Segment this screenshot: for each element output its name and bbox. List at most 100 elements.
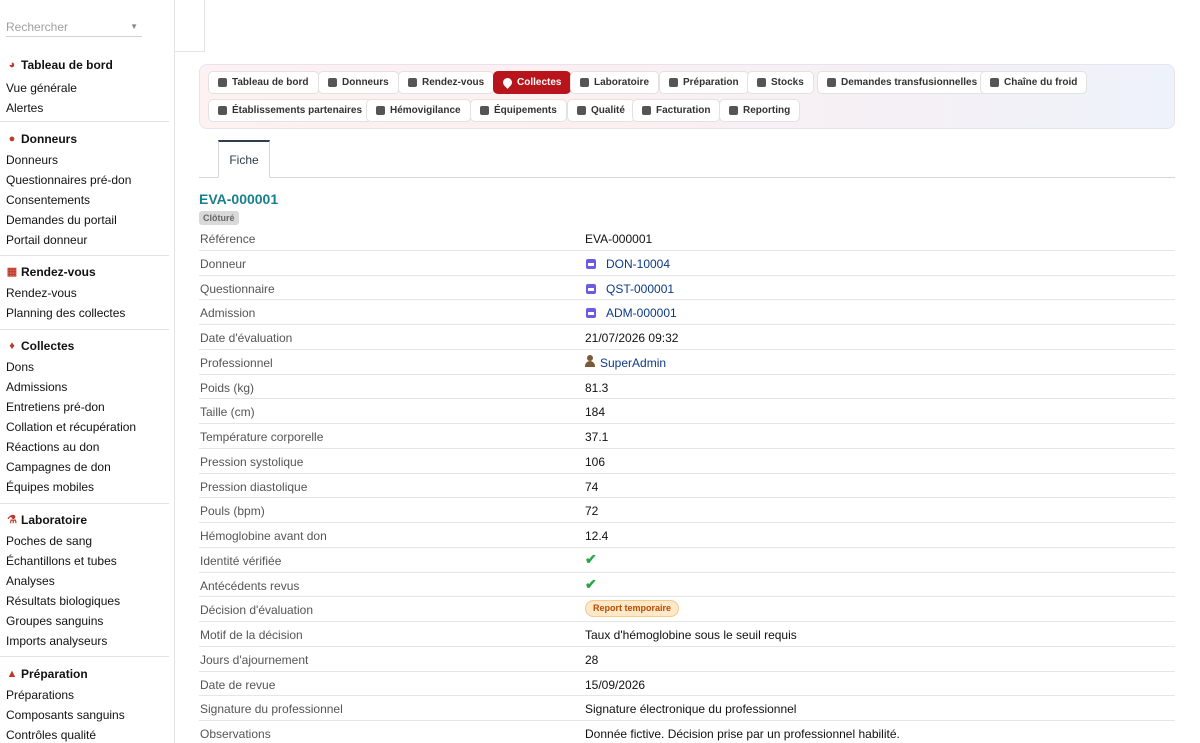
blood-drop-icon: ♦ (9, 340, 15, 352)
field-row-signature: Signature du professionnel Signature élec… (199, 696, 1175, 721)
menu-head-donneurs[interactable]: ● Donneurs (0, 130, 170, 148)
decision-badge: Report temporaire (585, 600, 680, 618)
menu-head-preparation[interactable]: ▲ Préparation (0, 665, 170, 683)
sidebar-item-dons[interactable]: Dons (0, 357, 170, 377)
sidebar-item-analyses[interactable]: Analyses (0, 571, 170, 591)
module-tab-stocks[interactable]: Stocks (747, 71, 814, 94)
shield-icon (376, 106, 385, 115)
sidebar: Rechercher ▼ ◕ Tableau de bord Vue généra… (0, 0, 175, 743)
sidebar-item-composants[interactable]: Composants sanguins (0, 705, 170, 725)
module-tab-laboratoire[interactable]: Laboratoire (570, 71, 660, 94)
sidebar-item-campagnes[interactable]: Campagnes de don (0, 457, 170, 477)
field-row-motif: Motif de la décision Taux d'hémoglobine s… (199, 622, 1175, 647)
field-row-hemoglobine: Hémoglobine avant don 12.4 (199, 523, 1175, 548)
module-tab-collectes[interactable]: Collectes (493, 71, 572, 94)
sidebar-item-preparations[interactable]: Préparations (0, 685, 170, 705)
sidebar-item-reactions[interactable]: Réactions au don (0, 437, 170, 457)
sidebar-item-planning[interactable]: Planning des collectes (0, 303, 170, 323)
sidebar-item-echantillons[interactable]: Échantillons et tubes (0, 551, 170, 571)
building-icon (218, 106, 227, 115)
menu-section-laboratoire: ⚗ Laboratoire Poches de sang Échantillons… (0, 511, 170, 651)
menu-head-collectes[interactable]: ♦ Collectes (0, 337, 170, 355)
top-panel (175, 0, 205, 52)
tools-icon (480, 106, 489, 115)
donneur-link[interactable]: DON-10004 (606, 257, 670, 271)
divider (0, 329, 169, 330)
blood-drop-icon (501, 76, 514, 89)
link-record-icon (586, 308, 596, 319)
module-tab-tableau-de-bord[interactable]: Tableau de bord (208, 71, 319, 94)
divider (0, 656, 169, 657)
module-tab-equipements[interactable]: Équipements (470, 99, 567, 122)
divider (0, 255, 169, 256)
sidebar-item-consentements[interactable]: Consentements (0, 190, 170, 210)
calendar-icon: ▦ (6, 266, 18, 278)
menu-head-laboratoire[interactable]: ⚗ Laboratoire (0, 511, 170, 529)
sidebar-item-questionnaires[interactable]: Questionnaires pré-don (0, 170, 170, 190)
module-tab-rendez-vous[interactable]: Rendez-vous (398, 71, 495, 94)
questionnaire-link[interactable]: QST-000001 (606, 282, 674, 296)
field-row-date-evaluation: Date d'évaluation 21/07/2026 09:32 (199, 325, 1175, 350)
sidebar-item-vue-generale[interactable]: Vue générale (0, 78, 170, 98)
admission-link[interactable]: ADM-000001 (606, 306, 677, 320)
link-record-icon (586, 258, 596, 269)
menu-section-rendez-vous: ▦ Rendez-vous Rendez-vous Planning des co… (0, 263, 170, 323)
sidebar-item-admissions[interactable]: Admissions (0, 377, 170, 397)
sidebar-item-imports[interactable]: Imports analyseurs (0, 631, 170, 651)
field-row-reference: Référence EVA-000001 (199, 226, 1175, 251)
tab-fiche[interactable]: Fiche (218, 140, 270, 178)
check-icon: ✔ (585, 550, 597, 567)
field-row-identite: Identité vérifiée ✔ (199, 548, 1175, 573)
menu-section-donneurs: ● Donneurs Donneurs Questionnaires pré-do… (0, 130, 170, 250)
module-nav: Tableau de bord Donneurs Rendez-vous Col… (199, 64, 1175, 129)
sidebar-item-rendez-vous[interactable]: Rendez-vous (0, 283, 170, 303)
sidebar-item-demandes-portail[interactable]: Demandes du portail (0, 210, 170, 230)
sidebar-item-poches[interactable]: Poches de sang (0, 531, 170, 551)
sidebar-item-alertes[interactable]: Alertes (0, 98, 170, 118)
module-tab-reporting[interactable]: Reporting (719, 99, 801, 122)
status-badge: Clôturé (199, 211, 239, 225)
menu-head-dashboard[interactable]: ◕ Tableau de bord (0, 56, 170, 74)
flask-icon (669, 78, 678, 87)
microscope-icon: ⚗ (7, 514, 17, 526)
microscope-icon (580, 78, 589, 87)
search-select[interactable]: Rechercher ▼ (6, 17, 142, 37)
flask-icon: ▲ (6, 668, 18, 680)
module-tab-demandes[interactable]: Demandes transfusionnelles (817, 71, 988, 94)
field-row-poids: Poids (kg) 81.3 (199, 375, 1175, 400)
invoice-icon (642, 106, 651, 115)
sidebar-item-collation[interactable]: Collation et récupération (0, 417, 170, 437)
file-icon (827, 78, 836, 87)
record-fields: Référence EVA-000001 Donneur DON-10004 Que… (199, 226, 1175, 743)
sidebar-item-controles[interactable]: Contrôles qualité (0, 725, 170, 743)
warehouse-icon (757, 78, 766, 87)
module-tab-chaine-froid[interactable]: Chaîne du froid (980, 71, 1088, 94)
sidebar-item-equipes-mobiles[interactable]: Équipes mobiles (0, 477, 170, 497)
sidebar-item-portail-donneur[interactable]: Portail donneur (0, 230, 170, 250)
user-icon (328, 78, 337, 87)
field-row-temperature: Température corporelle 37.1 (199, 424, 1175, 449)
menu-head-rendez-vous[interactable]: ▦ Rendez-vous (0, 263, 170, 281)
sidebar-item-groupes[interactable]: Groupes sanguins (0, 611, 170, 631)
menu-section-collectes: ♦ Collectes Dons Admissions Entretiens pr… (0, 337, 170, 497)
field-row-diastolique: Pression diastolique 74 (199, 474, 1175, 499)
chevron-down-icon[interactable]: ▼ (130, 22, 138, 31)
sidebar-item-resultats[interactable]: Résultats biologiques (0, 591, 170, 611)
user-icon (585, 354, 595, 367)
sidebar-item-entretiens[interactable]: Entretiens pré-don (0, 397, 170, 417)
professionnel-link[interactable]: SuperAdmin (600, 356, 666, 370)
module-tab-qualite[interactable]: Qualité (567, 99, 635, 122)
menu-section-preparation: ▲ Préparation Préparations Composants san… (0, 665, 170, 743)
gauge-icon (218, 78, 227, 87)
module-tab-hemovigilance[interactable]: Hémovigilance (366, 99, 471, 122)
field-row-jours: Jours d'ajournement 28 (199, 647, 1175, 672)
field-row-admission: Admission ADM-000001 (199, 300, 1175, 325)
check-icon: ✔ (585, 575, 597, 592)
sidebar-item-donneurs[interactable]: Donneurs (0, 150, 170, 170)
field-row-observations: Observations Donnée fictive. Décision pri… (199, 721, 1175, 743)
module-tab-preparation[interactable]: Préparation (659, 71, 749, 94)
module-tab-donneurs[interactable]: Donneurs (318, 71, 399, 94)
module-tab-facturation[interactable]: Facturation (632, 99, 721, 122)
link-record-icon (586, 283, 596, 294)
module-tab-etablissements[interactable]: Établissements partenaires (208, 99, 373, 122)
